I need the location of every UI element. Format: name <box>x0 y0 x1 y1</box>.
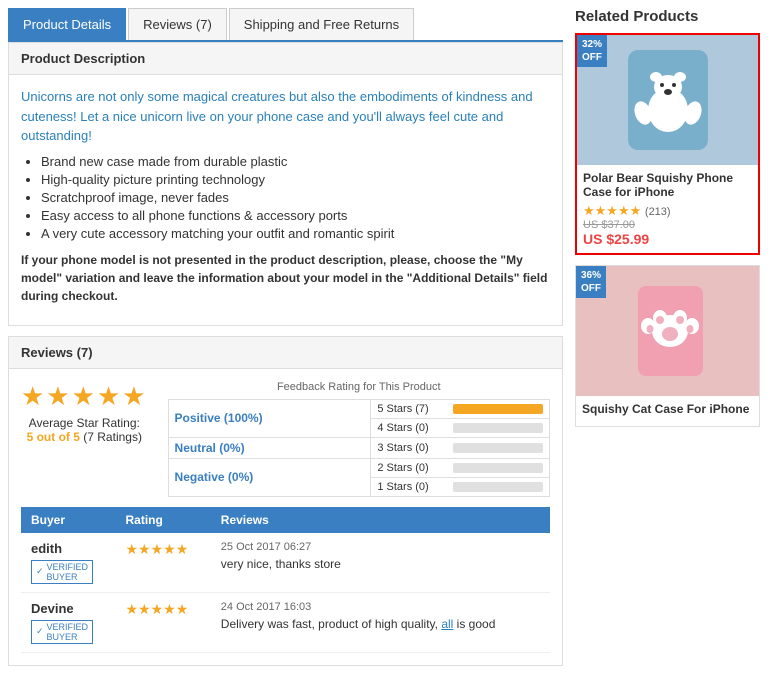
product-info-2: Squishy Cat Case For iPhone <box>576 396 759 426</box>
tab-shipping[interactable]: Shipping and Free Returns <box>229 8 414 40</box>
avg-count: (7 Ratings) <box>83 430 142 444</box>
review-link-2[interactable]: all <box>441 617 453 631</box>
sidebar-title: Related Products <box>575 8 760 25</box>
buyer-cell-2: Devine ✓ VERIFIEDBUYER <box>21 592 115 652</box>
table-row: Devine ✓ VERIFIEDBUYER ★★★★★ 24 Oct 20 <box>21 592 550 652</box>
avg-star-icons: ★★★★★ <box>21 381 148 412</box>
bar-label-4: 4 Stars (0) <box>377 422 447 434</box>
col-rating: Rating <box>115 507 210 533</box>
feedback-neutral-row: Neutral (0%) 3 Stars (0) <box>168 437 549 458</box>
check-icon-2: ✓ <box>36 626 44 637</box>
tab-bar: Product Details Reviews (7) Shipping and… <box>8 8 563 42</box>
ratings-overview: ★★★★★ Average Star Rating: 5 out of 5 (7… <box>21 381 550 497</box>
bullet-5: A very cute accessory matching your outf… <box>41 226 550 241</box>
feedback-positive-label: Positive (100%) <box>168 399 371 437</box>
product-notice: If your phone model is not presented in … <box>21 251 550 305</box>
buyer-name-1: edith <box>31 541 105 556</box>
bar-label-1: 1 Stars (0) <box>377 481 447 493</box>
verified-label-1: VERIFIEDBUYER <box>47 562 89 582</box>
review-date-1: 25 Oct 2017 06:27 <box>221 541 540 553</box>
rating-cell-1: ★★★★★ <box>115 533 210 593</box>
bullet-1: Brand new case made from durable plastic <box>41 154 550 169</box>
product-rating-1: ★★★★★ (213) <box>583 203 752 219</box>
bar-track-3 <box>453 443 543 453</box>
avg-score: 5 out of 5 <box>27 430 80 444</box>
verified-label-2: VERIFIEDBUYER <box>47 622 89 642</box>
feedback-bar-4: 4 Stars (0) <box>371 418 550 437</box>
stars-2: ★★★★★ <box>125 601 188 617</box>
bullet-3: Scratchproof image, never fades <box>41 190 550 205</box>
review-text-1: very nice, thanks store <box>221 557 540 571</box>
bar-track-1 <box>453 482 543 492</box>
col-reviews: Reviews <box>211 507 550 533</box>
reviews-header: Reviews (7) <box>9 337 562 369</box>
product-description-header: Product Description <box>9 43 562 75</box>
product-card-2[interactable]: 36%OFF <box>575 265 760 427</box>
feedback-bar-3: 3 Stars (0) <box>371 437 550 458</box>
cat-svg <box>608 276 728 386</box>
bear-svg <box>608 45 728 155</box>
bar-label-5: 5 Stars (7) <box>377 403 447 415</box>
feedback-neutral-label: Neutral (0%) <box>168 437 371 458</box>
product-info-1: Polar Bear Squishy Phone Case for iPhone… <box>577 165 758 253</box>
discount-badge-1: 32%OFF <box>577 35 607 67</box>
buyer-cell-1: edith ✓ VERIFIEDBUYER <box>21 533 115 593</box>
feedback-negative-row: Negative (0%) 2 Stars (0) <box>168 458 549 477</box>
feedback-negative-label: Negative (0%) <box>168 458 371 496</box>
table-row: edith ✓ VERIFIEDBUYER ★★★★★ 25 Oct 201 <box>21 533 550 593</box>
product-review-count-1: (213) <box>645 206 671 218</box>
review-table: Buyer Rating Reviews edith ✓ VERIFIEDBUY <box>21 507 550 653</box>
product-price-new-1: US $25.99 <box>583 231 752 247</box>
feedback-bar-5: 5 Stars (7) <box>371 399 550 418</box>
tab-product-details[interactable]: Product Details <box>8 8 126 40</box>
product-card-1[interactable]: 32%OFF <box>575 33 760 255</box>
avg-label: Average Star Rating: <box>29 416 140 430</box>
product-stars-1: ★★★★★ <box>583 203 641 218</box>
review-cell-2: 24 Oct 2017 16:03 Delivery was fast, pro… <box>211 592 550 652</box>
review-table-header: Buyer Rating Reviews <box>21 507 550 533</box>
feedback-title: Feedback Rating for This Product <box>168 381 550 393</box>
product-intro: Unicorns are not only some magical creat… <box>21 87 550 146</box>
product-bullets: Brand new case made from durable plastic… <box>41 154 550 241</box>
avg-stars-block: ★★★★★ Average Star Rating: 5 out of 5 (7… <box>21 381 148 444</box>
check-icon-1: ✓ <box>36 566 44 577</box>
feedback-section: Feedback Rating for This Product Positiv… <box>168 381 550 497</box>
review-cell-1: 25 Oct 2017 06:27 very nice, thanks stor… <box>211 533 550 593</box>
col-buyer: Buyer <box>21 507 115 533</box>
bar-label-3: 3 Stars (0) <box>377 442 447 454</box>
bar-label-2: 2 Stars (0) <box>377 462 447 474</box>
bar-track-5 <box>453 404 543 414</box>
verified-badge-1: ✓ VERIFIEDBUYER <box>31 560 93 584</box>
review-date-2: 24 Oct 2017 16:03 <box>221 601 540 613</box>
rating-cell-2: ★★★★★ <box>115 592 210 652</box>
feedback-positive-row: Positive (100%) 5 Stars (7) <box>168 399 549 418</box>
avg-text: Average Star Rating: 5 out of 5 (7 Ratin… <box>27 416 142 444</box>
sidebar: Related Products 32%OFF <box>575 8 760 676</box>
verified-badge-2: ✓ VERIFIEDBUYER <box>31 620 93 644</box>
review-text-2: Delivery was fast, product of high quali… <box>221 617 540 631</box>
product-name-1: Polar Bear Squishy Phone Case for iPhone <box>583 171 752 199</box>
discount-badge-2: 36%OFF <box>576 266 606 298</box>
reviews-section: Reviews (7) ★★★★★ Average Star Rating: 5… <box>8 336 563 666</box>
buyer-name-2: Devine <box>31 601 105 616</box>
bar-fill-5 <box>453 404 543 414</box>
stars-1: ★★★★★ <box>125 541 188 557</box>
product-description-body: Unicorns are not only some magical creat… <box>9 75 562 325</box>
bar-track-4 <box>453 423 543 433</box>
feedback-bar-2: 2 Stars (0) <box>371 458 550 477</box>
product-name-2: Squishy Cat Case For iPhone <box>582 402 753 416</box>
bullet-2: High-quality picture printing technology <box>41 172 550 187</box>
bullet-4: Easy access to all phone functions & acc… <box>41 208 550 223</box>
feedback-table: Positive (100%) 5 Stars (7) <box>168 399 550 497</box>
feedback-bar-1: 1 Stars (0) <box>371 477 550 496</box>
reviews-body: ★★★★★ Average Star Rating: 5 out of 5 (7… <box>9 369 562 665</box>
bar-track-2 <box>453 463 543 473</box>
product-description-section: Product Description Unicorns are not onl… <box>8 42 563 326</box>
tab-reviews[interactable]: Reviews (7) <box>128 8 227 40</box>
product-price-old-1: US $37.00 <box>583 219 752 231</box>
